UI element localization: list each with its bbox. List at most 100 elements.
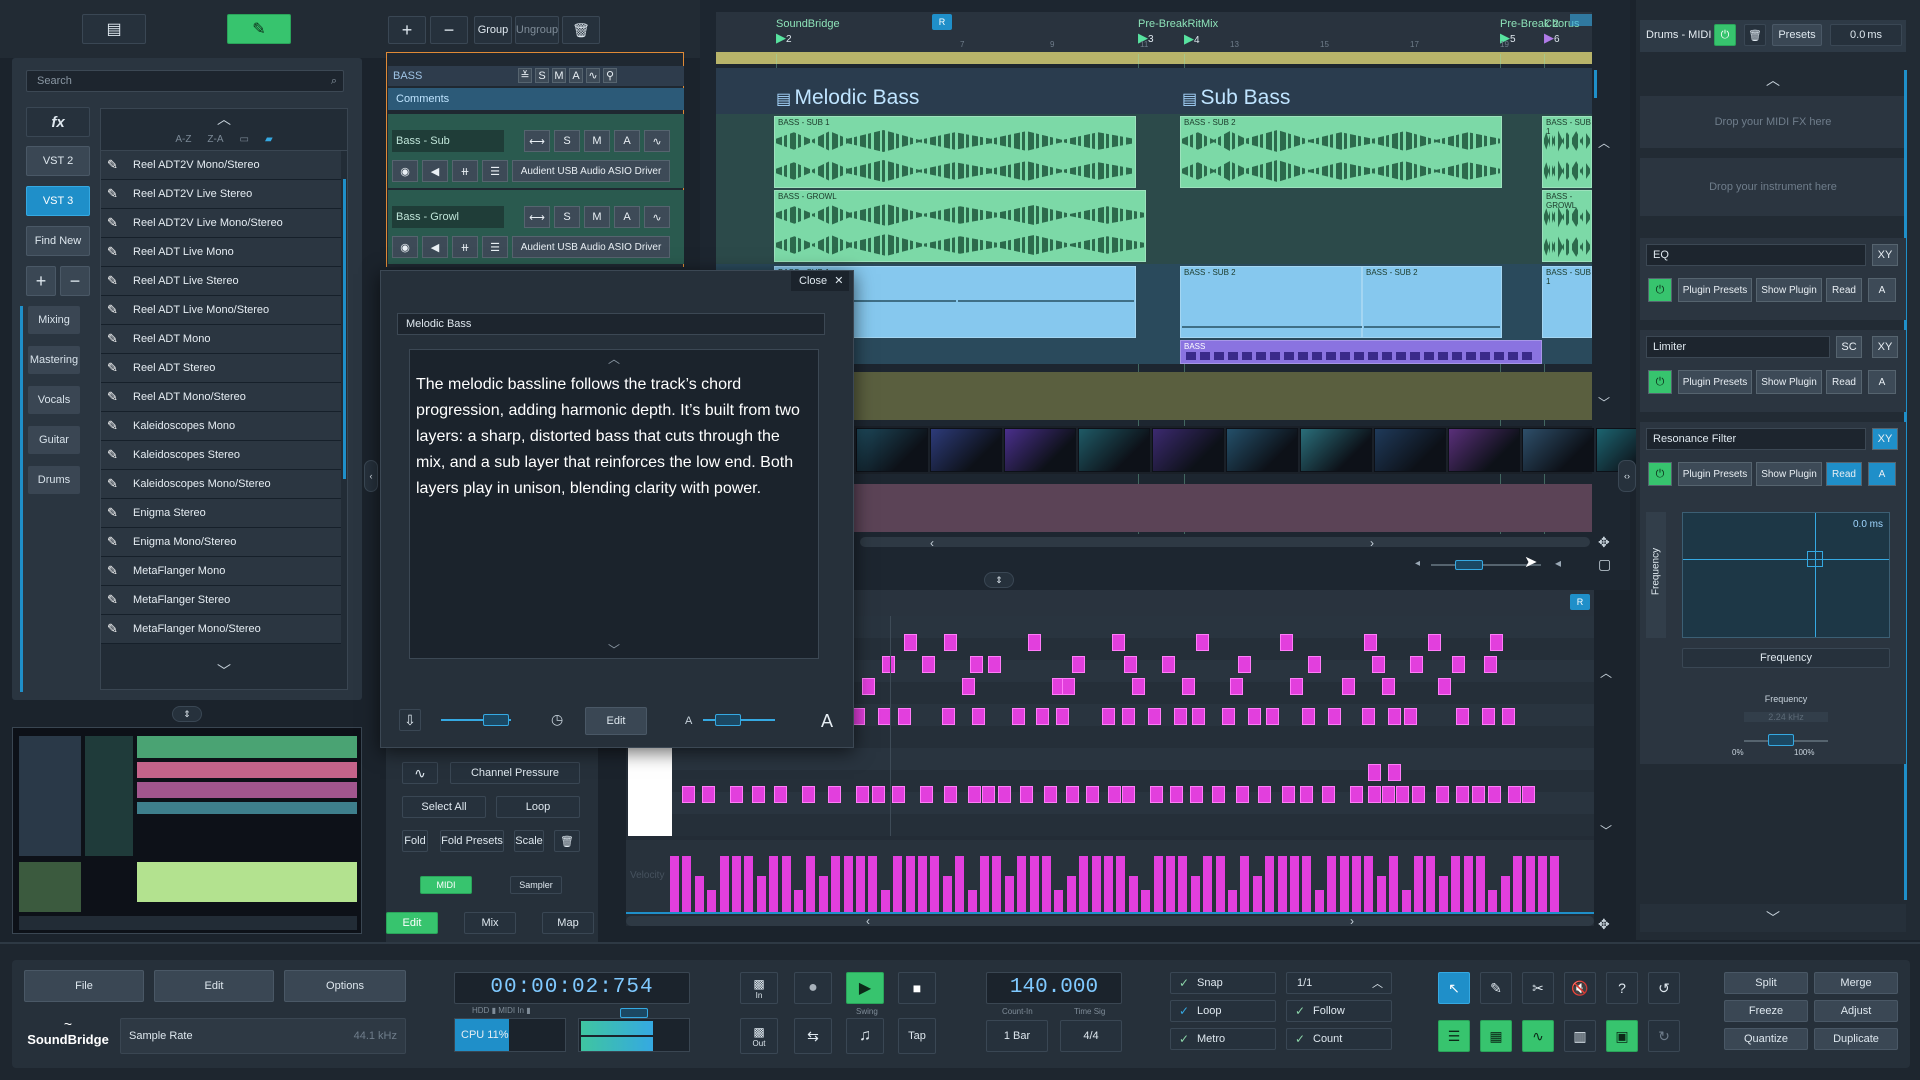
instrument-drop-zone[interactable]: Drop your instrument here [1640,158,1906,216]
scale-button[interactable]: Scale [514,830,544,852]
velocity-bars[interactable] [670,840,1592,912]
velocity-bar[interactable] [1314,890,1324,912]
velocity-bar[interactable] [1252,876,1262,912]
velocity-bar[interactable] [1438,876,1448,912]
midi-note[interactable] [1162,656,1175,673]
track-solo-button[interactable]: S [554,130,580,152]
midi-note[interactable] [1456,708,1469,725]
sort-za-button[interactable]: Z-A [207,134,223,145]
midi-note[interactable] [1086,786,1099,803]
velocity-bar[interactable] [1426,856,1436,912]
fx-power-icon[interactable]: ⏻ [1648,278,1672,302]
inspector-scroll-down-icon[interactable]: ﹀ [1766,908,1780,928]
midi-note[interactable] [1182,678,1195,695]
plugin-list-item[interactable]: ✎ Kaleidoscopes Mono [101,412,341,441]
side-tab-mixing[interactable]: Mixing [28,306,80,334]
velocity-bar[interactable] [1401,890,1411,912]
midi-note[interactable] [1300,786,1313,803]
fx-xy-button[interactable]: XY [1872,428,1898,450]
fold-button[interactable]: Fold [402,830,428,852]
midi-note[interactable] [1124,656,1137,673]
midi-note[interactable] [1302,708,1315,725]
velocity-bar[interactable] [769,856,779,912]
midi-note[interactable] [1112,634,1125,651]
midi-scroll-left-icon[interactable]: ‹ [866,914,870,928]
plugin-list-item[interactable]: ✎ Enigma Stereo [101,499,341,528]
midi-note[interactable] [944,634,957,651]
fx-show-plugin-button[interactable]: Show Plugin [1756,370,1822,394]
inspector-scroll-up-icon[interactable]: ︿ [1766,70,1780,90]
midi-note[interactable] [922,656,935,673]
group-button[interactable]: Group [474,16,512,44]
count-toggle[interactable]: ✓ Count [1286,1028,1392,1050]
midi-note[interactable] [1472,786,1485,803]
redo-icon[interactable]: ↻ [1648,1020,1680,1052]
midi-note[interactable] [1438,678,1451,695]
ungroup-button[interactable]: Ungroup [515,16,559,44]
remove-track-button[interactable]: − [430,16,468,44]
velocity-bar[interactable] [1414,856,1423,912]
plugin-list-item[interactable]: ✎ Kaleidoscopes Stereo [101,441,341,470]
midi-note[interactable] [892,786,905,803]
side-tab-mastering[interactable]: Mastering [28,346,80,374]
midi-note[interactable] [1308,656,1321,673]
velocity-bar[interactable] [682,856,692,912]
midi-note[interactable] [1482,708,1495,725]
panel-resize-handle[interactable]: ⇕ [172,706,202,722]
tracks-view-icon[interactable]: ☰ [1438,1020,1470,1052]
midi-note[interactable] [982,786,995,803]
font-large-icon[interactable]: A [821,711,833,732]
plugin-list-item[interactable]: ✎ MetaFlanger Mono/Stereo [101,615,341,644]
trash-icon[interactable]: 🗑 [554,830,580,852]
side-tab-vocals[interactable]: Vocals [28,386,80,414]
velocity-bar[interactable] [1004,876,1014,912]
midi-note[interactable] [1122,786,1135,803]
opacity-thumb[interactable] [483,714,509,726]
group-fold-icon[interactable]: ≚ [518,68,532,83]
midi-v-up-icon[interactable]: ︿ [1600,664,1612,681]
remove-button[interactable]: − [60,266,90,296]
midi-note[interactable] [1196,634,1209,651]
midi-note[interactable] [1072,656,1085,673]
power-icon[interactable]: ⏻ [1714,24,1736,46]
velocity-bar[interactable] [1017,856,1027,912]
velocity-bar[interactable] [868,856,878,912]
midi-note[interactable] [774,786,787,803]
velocity-bar[interactable] [781,856,791,912]
bottom-tab-mix[interactable]: Mix [464,912,516,934]
velocity-bar[interactable] [1215,856,1225,912]
midi-note[interactable] [1062,678,1075,695]
midi-note[interactable] [1388,708,1401,725]
velocity-bar[interactable] [670,856,679,912]
velocity-bar[interactable] [1290,856,1299,912]
midi-note[interactable] [856,786,869,803]
midi-note[interactable] [1028,634,1041,651]
move-icon[interactable]: ✥ [1598,534,1610,551]
comment-clip-melodic-bass[interactable]: ▤ Melodic Bass [776,86,1136,112]
presets-button[interactable]: Presets [1772,24,1822,46]
midi-note[interactable] [1328,708,1341,725]
font-small-icon[interactable]: A [685,715,692,727]
velocity-bar[interactable] [1476,856,1485,912]
track-auto-button[interactable]: A [614,130,640,152]
time-display[interactable]: 00:00:02:754 [454,972,690,1004]
velocity-bar[interactable] [992,856,1002,912]
midi-note[interactable] [998,786,1011,803]
midi-note[interactable] [1364,634,1377,651]
velocity-bar[interactable] [967,890,977,912]
font-size-thumb[interactable] [715,714,741,726]
velocity-bar[interactable] [1525,856,1535,912]
midi-note[interactable] [1382,786,1395,803]
add-button[interactable]: + [26,266,56,296]
midi-note[interactable] [1428,634,1441,651]
freq-slider-thumb[interactable] [1768,734,1794,746]
piano-view-icon[interactable]: ▥ [1564,1020,1596,1052]
automation-icon[interactable]: ∿ [402,762,438,784]
track-record-icon[interactable]: ◉ [392,236,418,258]
fx-a-button[interactable]: A [1868,462,1896,486]
inspector-value-field[interactable]: 0.0 ms [1830,24,1902,46]
velocity-bar[interactable] [1228,890,1237,912]
search-input[interactable]: Search ⌕ [26,70,344,92]
midi-note[interactable] [1404,708,1417,725]
midi-note[interactable] [1484,656,1497,673]
